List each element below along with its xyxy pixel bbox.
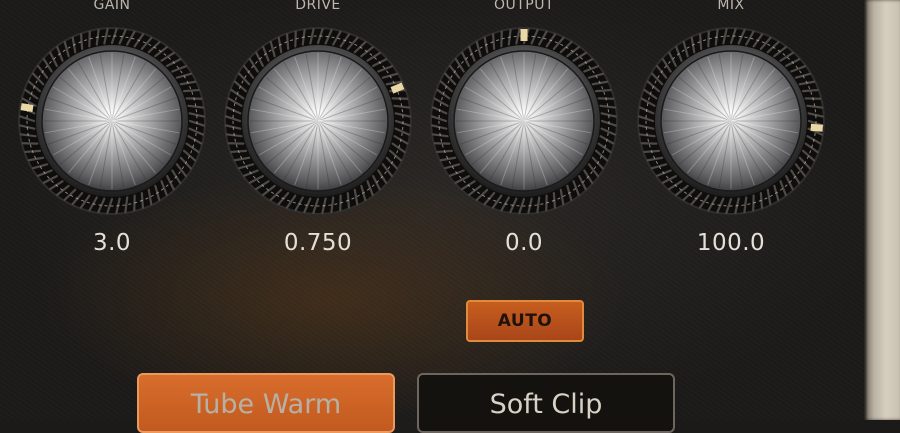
gain-value: 3.0 [12, 230, 212, 256]
knob-indicator [392, 86, 403, 91]
drive-value: 0.750 [218, 230, 418, 256]
gain-knob[interactable] [15, 24, 209, 218]
output-label: OUTPUT [424, 0, 624, 13]
tube-warm-button[interactable]: Tube Warm [137, 373, 395, 433]
knob-indicator [811, 127, 823, 128]
mix-value: 100.0 [631, 230, 831, 256]
drive-label: DRIVE [218, 0, 418, 13]
auto-button[interactable]: AUTO [466, 300, 584, 342]
output-value: 0.0 [424, 230, 624, 256]
mix-label: MIX [631, 0, 831, 13]
window-frame-edge [864, 0, 900, 420]
knob-indicator [21, 107, 33, 109]
mix-knob[interactable] [634, 24, 828, 218]
gain-label: GAIN [12, 0, 212, 13]
output-knob[interactable] [427, 24, 621, 218]
drive-knob[interactable] [221, 24, 415, 218]
soft-clip-button[interactable]: Soft Clip [417, 373, 675, 433]
